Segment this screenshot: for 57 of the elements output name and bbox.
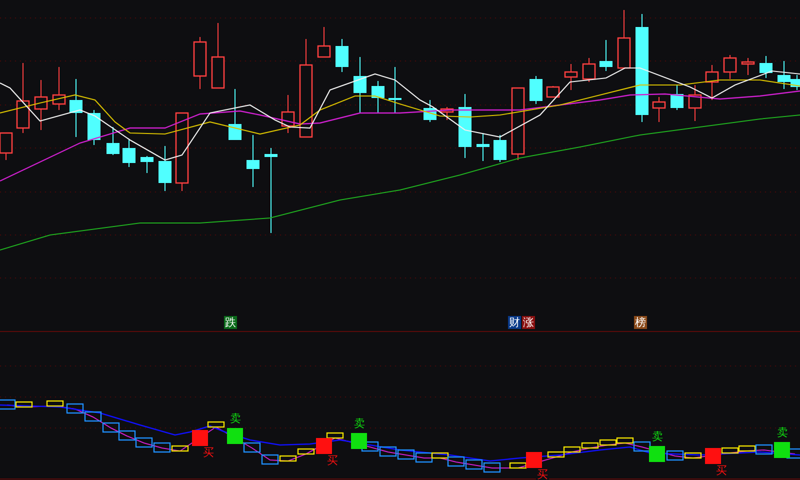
signal-label: 卖: [651, 431, 664, 443]
event-marker[interactable]: 财: [508, 316, 521, 329]
event-marker[interactable]: 涨: [522, 316, 535, 329]
candlestick: [494, 134, 506, 162]
candlestick: [211, 22, 225, 89]
candlestick: [705, 64, 719, 100]
candlestick: [122, 140, 136, 168]
candlestick: [34, 80, 48, 130]
candlestick: [317, 26, 331, 58]
signal-label: 买: [326, 455, 339, 467]
candlestick: [741, 58, 755, 76]
signal-label: 买: [715, 465, 728, 477]
candlestick: [140, 156, 154, 174]
candlestick: [760, 56, 772, 78]
candlestick: [88, 110, 100, 146]
candlestick: [440, 106, 454, 120]
signal-label: 卖: [353, 418, 366, 430]
candlestick: [723, 54, 737, 80]
candlestick: [372, 80, 384, 114]
signal-label: 卖: [229, 413, 242, 425]
candlestick: [652, 96, 666, 122]
candlestick: [158, 146, 172, 192]
event-marker[interactable]: 榜: [634, 316, 647, 329]
signal-label: 买: [536, 469, 549, 480]
candlestick: [228, 88, 242, 140]
candlestick: [424, 100, 436, 122]
candlestick: [106, 126, 120, 156]
signal-block: [316, 438, 332, 454]
signal-block: [227, 428, 243, 444]
candlestick: [193, 36, 207, 90]
candlestick: [530, 76, 542, 104]
signal-block: [192, 430, 208, 446]
candlestick: [52, 66, 66, 110]
candlestick: [70, 78, 82, 138]
signal-label: 买: [202, 447, 215, 459]
candlestick: [688, 84, 702, 122]
candlestick: [458, 94, 472, 158]
candlestick: [546, 86, 560, 98]
candlestick: [564, 64, 578, 90]
signal-block: [351, 433, 367, 449]
candlestick: [582, 58, 596, 82]
signal-block: [774, 442, 790, 458]
candlestick: [336, 38, 348, 72]
candlestick: [670, 84, 684, 110]
candlestick: [388, 66, 402, 114]
signal-block: [526, 452, 542, 468]
candlestick: [476, 132, 490, 162]
signal-block: [705, 448, 721, 464]
candlestick: [281, 94, 295, 134]
candlestick: [16, 62, 30, 134]
candlestick: [246, 134, 260, 188]
signal-block: [649, 446, 665, 462]
candlestick: [354, 56, 366, 114]
signal-label: 卖: [776, 427, 789, 439]
candlestick: [600, 40, 612, 72]
candlestick: [617, 10, 631, 70]
event-marker[interactable]: 跌: [224, 316, 237, 329]
